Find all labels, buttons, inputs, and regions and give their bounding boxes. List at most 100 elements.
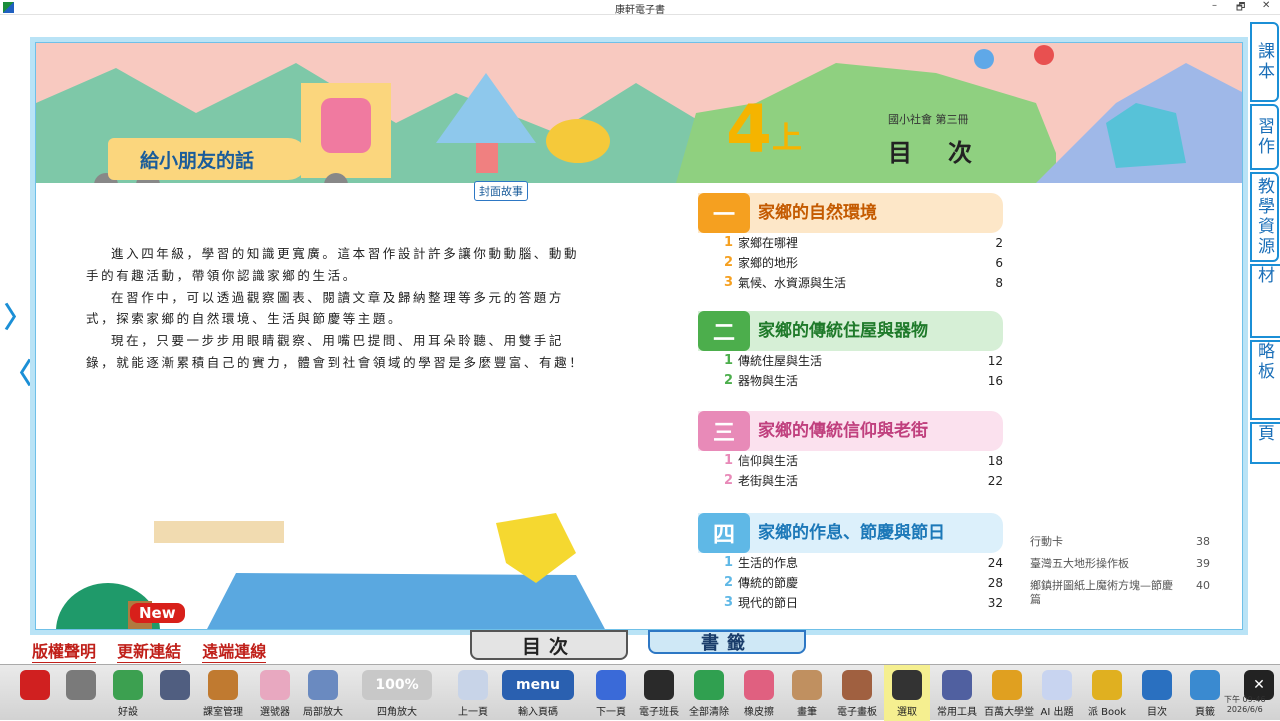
- toolbar-label: 好設: [118, 707, 138, 718]
- lesson-page: 32: [987, 596, 1003, 610]
- tab-toc[interactable]: 目次: [470, 630, 628, 660]
- toc-unit[interactable]: 一家鄉的自然環境 1 家鄉在哪裡 2 2 家鄉的地形 6 3 氣候、水資源與生活 8: [698, 193, 1003, 293]
- extra-item[interactable]: 臺灣五大地形操作板 39: [1030, 557, 1210, 571]
- unit-title: 家鄉的傳統信仰與老街: [758, 421, 928, 441]
- maximize-button[interactable]: 🗗: [1236, 0, 1245, 17]
- right-tab[interactable]: 教學資源: [1250, 172, 1279, 262]
- toolbar-button[interactable]: [152, 665, 198, 721]
- subject-label: 國小社會 第三冊: [888, 113, 969, 126]
- update-link[interactable]: 更新連結: [117, 638, 182, 663]
- toolbar-button[interactable]: 橡皮擦: [736, 665, 782, 721]
- unit-number: 二: [698, 311, 750, 351]
- toc-unit[interactable]: 四家鄉的作息、節慶與節日 1 生活的作息 24 2 傳統的節慶 28 3 現代的節日 32: [698, 513, 1003, 613]
- footer-links: 版權聲明 更新連結 遠端連線: [32, 638, 282, 663]
- lesson-title: 傳統的節慶: [738, 576, 799, 590]
- lesson-item[interactable]: 2 老街與生活 22: [698, 471, 1003, 491]
- lesson-item[interactable]: 1 傳統住屋與生活 12: [698, 351, 1003, 371]
- lesson-item[interactable]: 2 家鄉的地形 6: [698, 253, 1003, 273]
- toolbar-label: 下一頁: [596, 707, 626, 718]
- toolbar-button[interactable]: 好設: [105, 665, 151, 721]
- lesson-page: 12: [987, 354, 1003, 368]
- toolbar-button[interactable]: 頁籤: [1182, 665, 1228, 721]
- toolbar-button[interactable]: AI 出題: [1034, 665, 1080, 721]
- remote-link[interactable]: 遠端連線: [202, 638, 267, 663]
- toolbar-button[interactable]: 選取: [884, 665, 930, 721]
- toolbar-label: 畫筆: [797, 707, 817, 718]
- extra-item[interactable]: 行動卡 38: [1030, 535, 1210, 549]
- toolbar-button[interactable]: 下一頁: [588, 665, 634, 721]
- toolbar-icon: [308, 670, 338, 700]
- unit-header[interactable]: 二家鄉的傳統住屋與器物: [698, 311, 1003, 351]
- right-tab[interactable]: 學習策略板: [1250, 340, 1280, 420]
- toolbar-label: 派 Book: [1087, 707, 1127, 718]
- copyright-link[interactable]: 版權聲明: [32, 638, 97, 663]
- toolbar-button[interactable]: 上一頁: [450, 665, 496, 721]
- toolbar-icon: [1042, 670, 1072, 700]
- toolbar-button[interactable]: 電子班長: [636, 665, 682, 721]
- toolbar-button[interactable]: 畫筆: [784, 665, 830, 721]
- toolbar-button[interactable]: [12, 665, 58, 721]
- toolbar-button[interactable]: 選號器: [252, 665, 298, 721]
- toolbar-label: 上一頁: [458, 707, 488, 718]
- close-button[interactable]: ✕: [1262, 0, 1270, 11]
- toolbar-button[interactable]: 目次: [1134, 665, 1180, 721]
- toolbar-icon: [113, 670, 143, 700]
- next-page-arrow-icon[interactable]: 〉: [4, 296, 32, 336]
- lesson-page: 6: [995, 256, 1003, 270]
- new-badge: New: [130, 603, 185, 623]
- lesson-item[interactable]: 1 生活的作息 24: [698, 553, 1003, 573]
- toolbar-button[interactable]: 課室管理: [200, 665, 246, 721]
- lesson-item[interactable]: 3 氣候、水資源與生活 8: [698, 273, 1003, 293]
- toolbar-icon: [208, 670, 238, 700]
- book-number: 4上: [726, 91, 802, 168]
- lesson-item[interactable]: 3 現代的節日 32: [698, 593, 1003, 613]
- clock-date: 2026/6/6: [1226, 705, 1263, 714]
- toolbar-icon: [596, 670, 626, 700]
- toc-unit[interactable]: 二家鄉的傳統住屋與器物 1 傳統住屋與生活 12 2 器物與生活 16: [698, 311, 1003, 391]
- unit-number: 三: [698, 411, 750, 451]
- lesson-title: 器物與生活: [738, 374, 799, 388]
- lesson-number: 2: [724, 255, 734, 270]
- extra-title: 鄉鎮拼圖紙上魔術方塊—節慶篇: [1030, 579, 1173, 606]
- lesson-title: 生活的作息: [738, 556, 799, 570]
- minimize-button[interactable]: –: [1212, 0, 1217, 11]
- prev-page-arrow-icon[interactable]: 〈: [4, 352, 32, 392]
- lesson-number: 3: [724, 275, 734, 290]
- title-bar: 康軒電子書 – 🗗 ✕: [0, 0, 1280, 17]
- lesson-number: 2: [724, 473, 734, 488]
- toolbar-label: AI 出題: [1040, 707, 1074, 718]
- toolbar-button[interactable]: 常用工具: [934, 665, 980, 721]
- toolbar-button[interactable]: 局部放大: [300, 665, 346, 721]
- lesson-item[interactable]: 2 傳統的節慶 28: [698, 573, 1003, 593]
- tab-bookmark[interactable]: 書籤: [648, 630, 806, 654]
- toolbar-label: 全部清除: [689, 707, 729, 718]
- toolbar-button[interactable]: [58, 665, 104, 721]
- unit-number: 一: [698, 193, 750, 233]
- extra-item[interactable]: 鄉鎮拼圖紙上魔術方塊—節慶篇 40: [1030, 579, 1210, 607]
- toolbar-button[interactable]: 電子畫板: [834, 665, 880, 721]
- toc-extras: 行動卡 38 臺灣五大地形操作板 39 鄉鎮拼圖紙上魔術方塊—節慶篇 40: [1030, 535, 1210, 615]
- lesson-page: 24: [987, 556, 1003, 570]
- toc-unit[interactable]: 三家鄉的傳統信仰與老街 1 信仰與生活 18 2 老街與生活 22: [698, 411, 1003, 491]
- toolbar-button[interactable]: 全部清除: [686, 665, 732, 721]
- toolbar-label: 百萬大學堂: [984, 707, 1034, 718]
- right-tab[interactable]: 習作: [1250, 104, 1279, 170]
- lesson-title: 老街與生活: [738, 474, 799, 488]
- toolbar-button[interactable]: 100% 四角放大: [358, 665, 436, 721]
- toolbar-button[interactable]: 派 Book: [1084, 665, 1130, 721]
- extra-page: 39: [1196, 557, 1210, 570]
- lesson-item[interactable]: 2 器物與生活 16: [698, 371, 1003, 391]
- right-tab[interactable]: 輔助教材: [1250, 264, 1280, 338]
- extra-title: 臺灣五大地形操作板: [1030, 557, 1129, 570]
- lesson-item[interactable]: 1 信仰與生活 18: [698, 451, 1003, 471]
- right-tab[interactable]: 課本: [1250, 22, 1279, 102]
- right-tab[interactable]: 雙頁: [1250, 422, 1280, 464]
- unit-header[interactable]: 三家鄉的傳統信仰與老街: [698, 411, 1003, 451]
- unit-header[interactable]: 四家鄉的作息、節慶與節日: [698, 513, 1003, 553]
- unit-header[interactable]: 一家鄉的自然環境: [698, 193, 1003, 233]
- cover-story-button[interactable]: 封面故事: [474, 181, 528, 201]
- toolbar-button[interactable]: 百萬大學堂: [984, 665, 1034, 721]
- lesson-item[interactable]: 1 家鄉在哪裡 2: [698, 233, 1003, 253]
- lesson-page: 16: [987, 374, 1003, 388]
- toolbar-button[interactable]: menu 輸入頁碼: [498, 665, 578, 721]
